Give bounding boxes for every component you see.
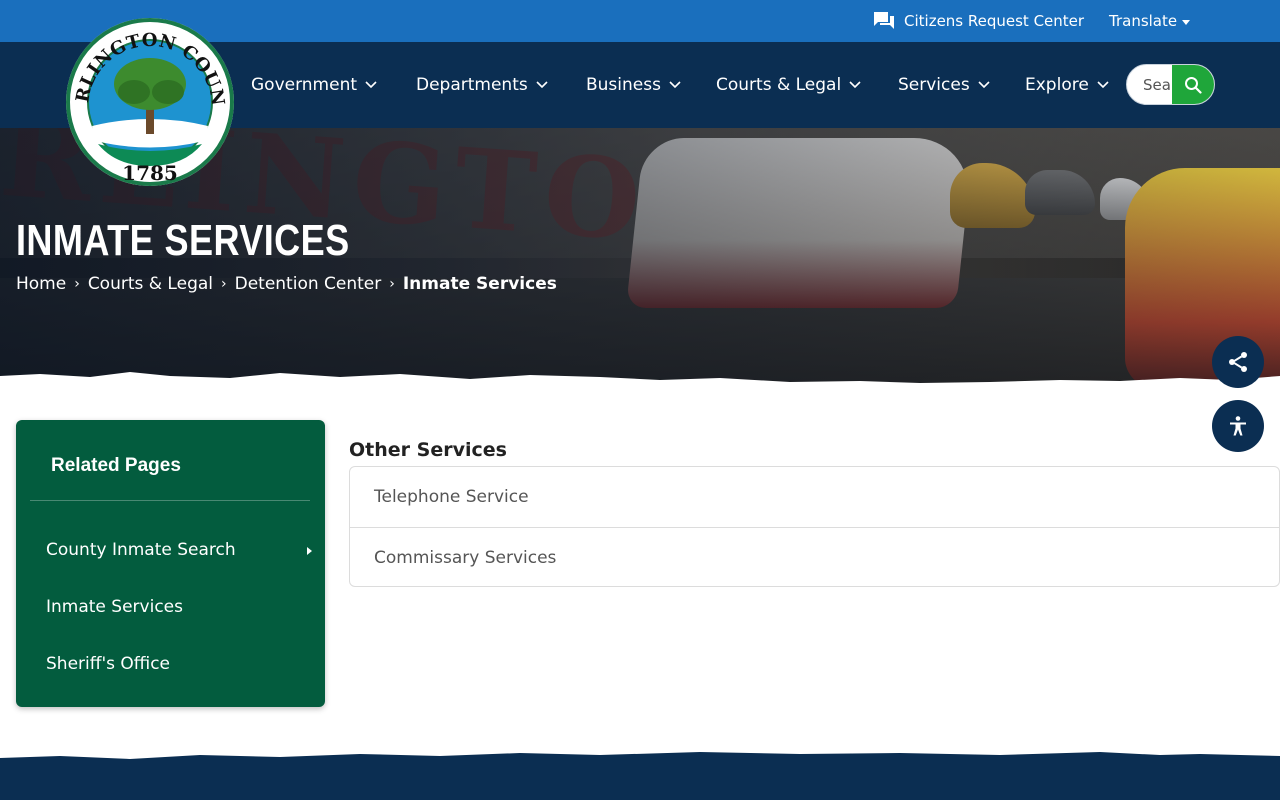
chevron-down-icon <box>978 81 990 89</box>
accessibility-icon <box>1230 416 1246 436</box>
breadcrumb: Home › Courts & Legal › Detention Center… <box>16 274 557 294</box>
caret-down-icon <box>1182 19 1191 25</box>
nav-item-business[interactable]: Business <box>586 72 681 98</box>
share-button[interactable] <box>1212 336 1264 388</box>
nav-item-label: Business <box>586 75 661 95</box>
sidebar-item-county-inmate-search[interactable]: County Inmate Search <box>46 538 312 562</box>
page-title: INMATE SERVICES <box>16 216 350 265</box>
nav-item-departments[interactable]: Departments <box>416 72 548 98</box>
translate-label: Translate <box>1109 12 1178 30</box>
share-icon <box>1229 352 1247 372</box>
breadcrumb-home[interactable]: Home <box>16 274 66 294</box>
list-item-label: Telephone Service <box>374 487 529 507</box>
breadcrumb-courts-legal[interactable]: Courts & Legal <box>88 274 213 294</box>
torn-edge-divider <box>0 372 1280 398</box>
footer-band <box>0 752 1280 800</box>
search-box <box>1126 64 1215 105</box>
breadcrumb-separator-icon: › <box>389 276 395 292</box>
county-seal-logo[interactable]: DARLINGTON COUNTY 1785 <box>56 0 236 188</box>
nav-item-explore[interactable]: Explore <box>1025 72 1109 98</box>
nav-item-label: Explore <box>1025 75 1089 95</box>
seal-year: 1785 <box>122 161 178 185</box>
nav-item-label: Government <box>251 75 358 95</box>
sidebar-item-label: Sheriff's Office <box>46 654 171 674</box>
translate-dropdown[interactable]: Translate <box>1109 10 1191 32</box>
chat-bubbles-icon <box>874 12 894 29</box>
citizens-request-label: Citizens Request Center <box>904 12 1085 30</box>
sidebar-title: Related Pages <box>51 455 181 476</box>
sidebar-item-label: Inmate Services <box>46 597 183 617</box>
search-input[interactable] <box>1127 65 1175 104</box>
county-seal-icon: DARLINGTON COUNTY 1785 <box>56 0 234 186</box>
sidebar-item-sheriffs-office[interactable]: Sheriff's Office <box>46 652 306 676</box>
breadcrumb-current: Inmate Services <box>402 274 557 294</box>
citizens-request-link[interactable]: Citizens Request Center <box>873 10 1084 32</box>
nav-item-services[interactable]: Services <box>898 72 990 98</box>
breadcrumb-separator-icon: › <box>74 276 80 292</box>
list-item-telephone-service[interactable]: Telephone Service <box>350 467 1279 527</box>
list-item-commissary-services[interactable]: Commissary Services <box>350 527 1279 587</box>
nav-item-label: Services <box>898 75 970 95</box>
chevron-down-icon <box>1097 81 1109 89</box>
sidebar-item-inmate-services[interactable]: Inmate Services <box>46 595 306 619</box>
related-pages-sidebar: Related Pages County Inmate Search Inmat… <box>16 420 325 707</box>
breadcrumb-detention-center[interactable]: Detention Center <box>235 274 382 294</box>
chevron-down-icon <box>669 81 681 89</box>
nav-item-label: Courts & Legal <box>716 75 842 95</box>
breadcrumb-separator-icon: › <box>221 276 227 292</box>
accessibility-button[interactable] <box>1212 400 1264 452</box>
sidebar-item-label: County Inmate Search <box>46 540 236 560</box>
sidebar-divider <box>30 500 310 501</box>
chevron-down-icon <box>536 81 548 89</box>
section-title: Other Services <box>349 439 507 461</box>
caret-right-icon <box>307 547 312 555</box>
chevron-down-icon <box>849 81 861 89</box>
search-icon <box>1185 76 1202 94</box>
nav-item-government[interactable]: Government <box>251 72 377 98</box>
chevron-down-icon <box>365 81 377 89</box>
services-list: Telephone Service Commissary Services <box>349 466 1280 587</box>
nav-item-label: Departments <box>416 75 528 95</box>
nav-item-courts-legal[interactable]: Courts & Legal <box>716 72 861 98</box>
search-button[interactable] <box>1172 65 1214 104</box>
list-item-label: Commissary Services <box>374 547 557 568</box>
